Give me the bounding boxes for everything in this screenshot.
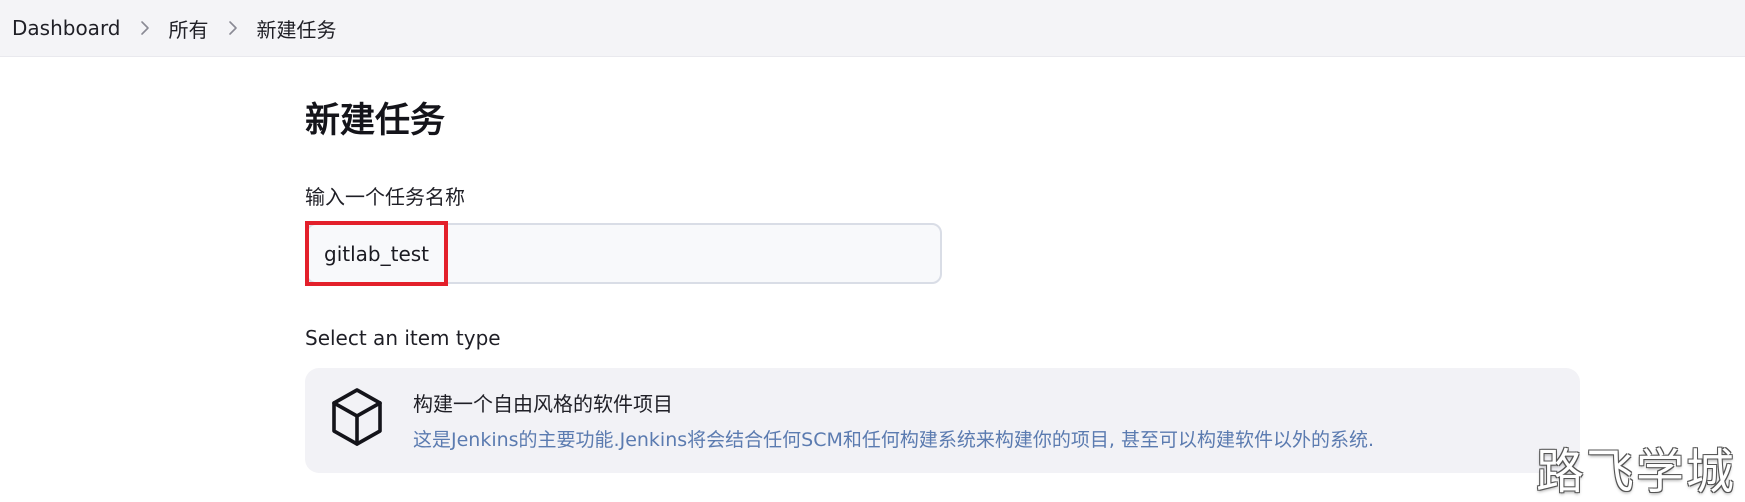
- page-title: 新建任务: [305, 101, 446, 141]
- item-type-label: Select an item type: [305, 326, 501, 350]
- breadcrumb-item-all[interactable]: 所有: [169, 14, 209, 43]
- item-name-input[interactable]: [306, 223, 942, 284]
- item-type-description: 这是Jenkins的主要功能.Jenkins将会结合任何SCM和任何构建系统来构…: [413, 429, 1374, 451]
- chevron-right-icon: [209, 20, 257, 36]
- breadcrumb-item-dashboard[interactable]: Dashboard: [12, 16, 121, 40]
- item-name-label: 输入一个任务名称: [305, 185, 465, 209]
- breadcrumb-item-new-item[interactable]: 新建任务: [257, 14, 337, 43]
- item-type-freestyle-option[interactable]: 构建一个自由风格的软件项目 这是Jenkins的主要功能.Jenkins将会结合…: [305, 368, 1580, 473]
- item-type-title: 构建一个自由风格的软件项目: [413, 392, 673, 416]
- breadcrumb: Dashboard 所有 新建任务: [0, 0, 1745, 57]
- cube-icon: [329, 386, 385, 448]
- chevron-right-icon: [121, 20, 169, 36]
